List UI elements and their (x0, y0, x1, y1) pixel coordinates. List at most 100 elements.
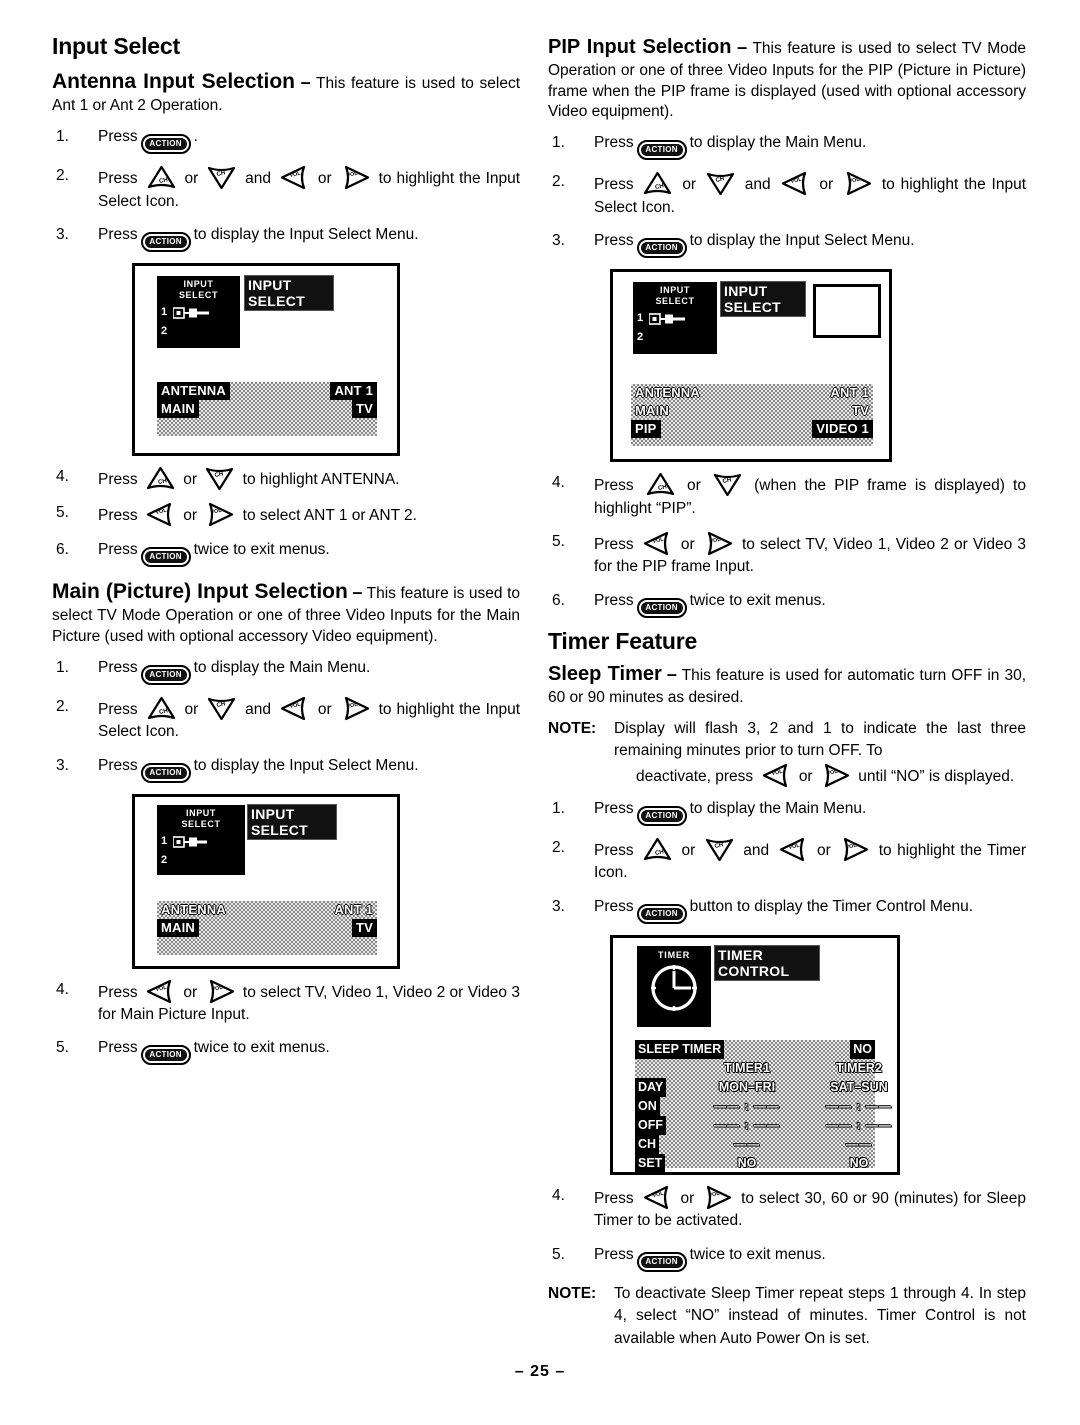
row-label: CH (635, 1134, 660, 1154)
action-button-icon[interactable]: ACTION (636, 140, 687, 161)
action-button-icon[interactable]: ACTION (140, 231, 191, 252)
step-item: 2. Press CH or CH and VOL or VOL to high… (548, 171, 1026, 219)
volume-up-icon[interactable]: VOL (840, 837, 869, 862)
note-text-b-line: deactivate, press VOL or VOL until “NO” … (614, 763, 1026, 788)
input-select-icon-tile: INPUT SELECT 1 2 (633, 282, 717, 355)
volume-up-icon[interactable]: VOL (843, 171, 872, 196)
channel-down-icon[interactable]: CH (207, 696, 236, 721)
volume-up-icon[interactable]: VOL (821, 763, 850, 788)
option-row-main[interactable]: MAIN TV (631, 402, 873, 420)
step-text: Press (98, 128, 138, 146)
heading-dash: – (737, 37, 748, 57)
volume-down-icon[interactable]: VOL (643, 531, 672, 556)
volume-down-icon[interactable]: VOL (280, 165, 309, 190)
volume-down-icon[interactable]: VOL (280, 696, 309, 721)
step-text: twice to exit menus. (193, 1039, 330, 1057)
action-button-icon[interactable]: ACTION (636, 238, 687, 259)
channel-up-icon[interactable]: CH (646, 472, 675, 497)
volume-down-icon[interactable]: VOL (643, 1185, 672, 1210)
timer-control-grid: SLEEP TIMER NO TIMER1 TIMER2 DAY MON–FRI… (635, 1039, 891, 1173)
option-value: ANT 1 (334, 901, 373, 917)
channel-up-icon[interactable]: CH (147, 696, 176, 721)
timer-row-day[interactable]: DAY MON–FRI SAT–SUN (635, 1077, 888, 1097)
option-row-main[interactable]: MAIN TV (157, 918, 377, 937)
action-button-icon[interactable]: ACTION (636, 1251, 687, 1272)
step-text: Press (594, 842, 634, 860)
action-button-icon[interactable]: ACTION (140, 546, 191, 567)
action-button-icon[interactable]: ACTION (636, 903, 687, 924)
option-row-antenna[interactable]: ANTENNA ANT 1 (157, 901, 377, 919)
volume-up-icon[interactable]: VOL (341, 696, 370, 721)
timer-columns-header: TIMER1 TIMER2 (635, 1059, 882, 1078)
action-button-icon[interactable]: ACTION (636, 597, 687, 618)
volume-up-icon[interactable]: VOL (341, 165, 370, 190)
volume-up-icon[interactable]: VOL (205, 502, 234, 527)
option-bar: ANTENNA ANT 1 MAIN TV PIP VIDEO 1 (631, 384, 873, 447)
timer2-value: —— : —— (826, 1098, 892, 1113)
option-row-antenna[interactable]: ANTENNA ANT 1 (631, 384, 873, 402)
step-text: Press (594, 591, 634, 609)
volume-down-icon[interactable]: VOL (779, 837, 808, 862)
action-button-label: ACTION (144, 550, 187, 563)
volume-down-icon[interactable]: VOL (146, 979, 175, 1004)
channel-up-icon[interactable]: CH (147, 165, 176, 190)
timer-row-on[interactable]: ON —— : —— —— : —— (635, 1096, 891, 1116)
action-button-icon[interactable]: ACTION (140, 664, 191, 685)
step-text: to display the Main Menu. (689, 800, 867, 818)
step-number: 1. (552, 800, 565, 818)
channel-down-icon[interactable]: CH (207, 165, 236, 190)
step-item: 5. Press VOL or VOL to select ANT 1 or A… (52, 502, 520, 527)
step-text: Press (98, 507, 138, 525)
option-bar: ANTENNA ANT 1 MAIN TV (157, 900, 377, 955)
sleep-timer-row[interactable]: SLEEP TIMER NO (635, 1039, 875, 1059)
channel-up-icon[interactable]: CH (643, 837, 672, 862)
volume-down-icon[interactable]: VOL (781, 171, 810, 196)
volume-up-icon[interactable]: VOL (703, 1185, 732, 1210)
manual-page: Input Select Antenna Input Selection – T… (0, 0, 1080, 1425)
input-select-title: INPUT SELECT (248, 804, 336, 839)
action-button-icon[interactable]: ACTION (140, 134, 191, 155)
step-number: 2. (56, 167, 69, 185)
icon-line-1: INPUT (186, 807, 216, 818)
action-button-icon[interactable]: ACTION (140, 1045, 191, 1066)
step-item: 1. Press ACTION to display the Main Menu. (52, 657, 520, 685)
timer-row-set[interactable]: SET NO NO (635, 1153, 875, 1173)
action-button-icon[interactable]: ACTION (636, 806, 687, 827)
channel-down-icon[interactable]: CH (713, 472, 742, 497)
channel-up-icon[interactable]: CH (146, 466, 175, 491)
step-text: twice to exit menus. (689, 1245, 826, 1263)
channel-down-icon[interactable]: CH (205, 466, 234, 491)
step-number: 3. (552, 232, 565, 250)
step-text: or (183, 507, 198, 525)
channel-down-icon[interactable]: CH (705, 837, 734, 862)
sleep-timer-label: SLEEP TIMER (635, 1039, 725, 1059)
step-item: 4. Press CH or CH (when the PIP frame is… (548, 472, 1026, 520)
step-number: 1. (552, 134, 565, 152)
step-text: or (183, 470, 198, 488)
action-button-label: ACTION (144, 1049, 187, 1062)
channel-down-icon[interactable]: CH (706, 171, 735, 196)
step-text: or (184, 170, 199, 188)
input-number-2: 2 (161, 324, 168, 337)
option-row-pip[interactable]: PIP VIDEO 1 (631, 420, 873, 439)
volume-up-icon[interactable]: VOL (206, 979, 235, 1004)
volume-down-icon[interactable]: VOL (146, 502, 175, 527)
volume-up-icon[interactable]: VOL (704, 531, 733, 556)
step-item: 2. Press CH or CH and VOL or VOL to high… (548, 837, 1026, 885)
channel-up-icon[interactable]: CH (643, 171, 672, 196)
option-row-main[interactable]: MAIN TV (157, 399, 377, 418)
option-row-antenna[interactable]: ANTENNA ANT 1 (157, 381, 377, 400)
step-text: and (245, 700, 272, 718)
timer-row-off[interactable]: OFF —— : —— —— : —— (635, 1115, 891, 1135)
plug-connector-icon (173, 306, 217, 320)
timer-row-ch[interactable]: CH —— —— (635, 1134, 875, 1154)
step-text: Press (98, 756, 138, 774)
title-line-1: INPUT (724, 283, 768, 300)
pip-intro-paragraph: PIP Input Selection – This feature is us… (548, 34, 1026, 123)
action-button-icon[interactable]: ACTION (140, 762, 191, 783)
timer2-value: NO (849, 1155, 869, 1170)
step-text: Press (98, 540, 138, 558)
step-text: or (183, 983, 198, 1001)
input-number-1: 1 (161, 834, 168, 847)
volume-down-icon[interactable]: VOL (762, 763, 791, 788)
